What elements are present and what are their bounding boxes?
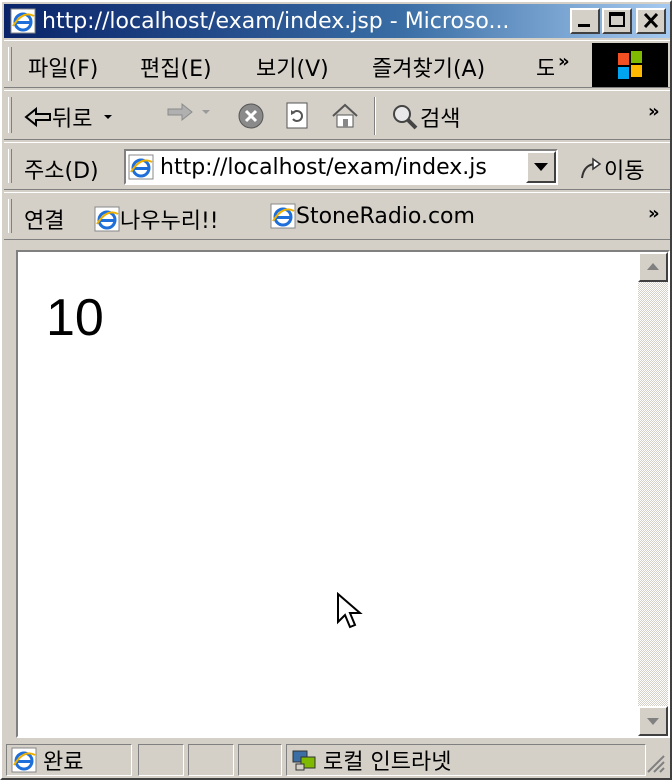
maximize-button[interactable]: [602, 8, 632, 34]
refresh-icon: [286, 102, 308, 129]
back-label: 뒤로: [52, 107, 93, 132]
stop-icon: [238, 103, 264, 129]
link-item[interactable]: 나우누리!!: [94, 203, 219, 235]
link-item[interactable]: StoneRadio.com: [270, 203, 475, 229]
search-icon: [393, 105, 418, 130]
minimize-button[interactable]: [570, 8, 600, 34]
status-pane: [238, 744, 282, 776]
go-button[interactable]: 이동: [578, 153, 644, 185]
toolbar-overflow-chevron[interactable]: »: [648, 101, 660, 122]
page-content[interactable]: 10: [16, 250, 670, 738]
chevron-down-icon[interactable]: [100, 112, 116, 122]
vertical-scrollbar[interactable]: [638, 252, 668, 736]
address-field[interactable]: http://localhost/exam/index.js: [124, 149, 558, 185]
address-dropdown-button[interactable]: [526, 151, 556, 183]
zone-text: 로컬 인트라넷: [323, 750, 452, 775]
ie-icon: [94, 206, 120, 232]
links-overflow-chevron[interactable]: »: [648, 203, 660, 224]
ie-icon: [10, 8, 36, 34]
link-label: StoneRadio.com: [296, 203, 475, 229]
go-arrow-icon: [581, 157, 602, 179]
title-bar[interactable]: http://localhost/exam/index.jsp - Micros…: [4, 4, 670, 38]
status-bar: 완료 로컬 인트라넷: [4, 740, 670, 778]
menu-bar: 파일(F) 편집(E) 보기(V) 즐겨찾기(A) 도 »: [4, 40, 670, 88]
forward-button[interactable]: [166, 101, 214, 123]
intranet-zone-icon: [291, 747, 317, 773]
toolbar-grip[interactable]: [8, 97, 12, 133]
address-label: 주소(D): [24, 159, 99, 184]
chevron-up-icon: [647, 263, 659, 270]
mouse-cursor-icon: [337, 592, 363, 629]
address-bar: 주소(D) http://localhost/exam/index.js 이동: [4, 142, 670, 190]
go-label: 이동: [604, 159, 645, 184]
chevron-down-icon: [647, 718, 659, 725]
chevron-down-icon[interactable]: [198, 107, 214, 117]
page-icon: [128, 154, 154, 180]
menu-favorites[interactable]: 즐겨찾기(A): [372, 51, 485, 83]
toolbar-separator: [374, 97, 376, 135]
resize-grip-icon[interactable]: [644, 752, 666, 774]
ie-icon: [11, 747, 37, 773]
windows-logo-icon: [592, 43, 668, 87]
toolbar-grip[interactable]: [8, 149, 12, 183]
status-text: 완료: [43, 750, 84, 775]
scroll-up-button[interactable]: [638, 252, 668, 282]
status-pane: [188, 744, 234, 776]
refresh-button[interactable]: [284, 101, 312, 131]
status-zone: 로컬 인트라넷: [286, 744, 646, 776]
forward-arrow-icon: [167, 102, 193, 122]
home-button[interactable]: [330, 101, 360, 131]
menu-overflow-chevron[interactable]: »: [558, 51, 570, 72]
search-button[interactable]: 검색: [390, 101, 460, 133]
chevron-down-icon: [534, 163, 548, 171]
stop-button[interactable]: [236, 101, 266, 131]
browser-window: http://localhost/exam/index.jsp - Micros…: [0, 0, 672, 780]
scroll-down-button[interactable]: [638, 706, 668, 736]
status-main: 완료: [6, 744, 132, 776]
menu-view[interactable]: 보기(V): [256, 51, 329, 83]
menu-tools[interactable]: 도: [536, 51, 554, 83]
links-bar: 연결 나우누리!! StoneRadio.com »: [4, 192, 670, 240]
menu-edit[interactable]: 편집(E): [140, 51, 212, 83]
ie-icon: [270, 203, 296, 229]
close-button[interactable]: [636, 8, 666, 34]
address-url[interactable]: http://localhost/exam/index.js: [160, 155, 487, 180]
page-value-text: 10: [46, 289, 104, 347]
back-arrow-icon: [24, 106, 51, 128]
home-icon: [332, 103, 358, 128]
search-label: 검색: [420, 107, 461, 132]
window-title: http://localhost/exam/index.jsp - Micros…: [42, 8, 510, 34]
toolbar-grip[interactable]: [8, 199, 12, 233]
back-button[interactable]: 뒤로: [24, 101, 116, 133]
link-label: 나우누리!!: [120, 209, 219, 234]
menu-file[interactable]: 파일(F): [28, 51, 98, 83]
status-pane: [138, 744, 184, 776]
toolbar-grip[interactable]: [8, 47, 12, 81]
standard-toolbar: 뒤로 검색 »: [4, 90, 670, 140]
links-label: 연결: [24, 209, 65, 234]
